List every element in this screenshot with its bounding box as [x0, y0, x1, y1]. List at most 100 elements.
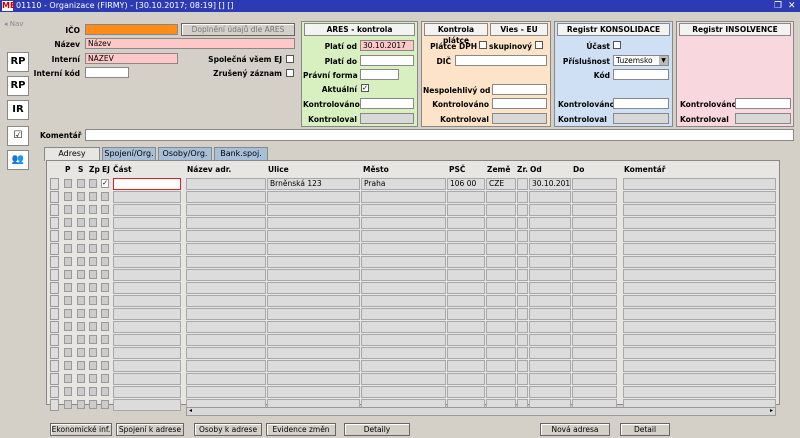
row-selector[interactable] [50, 178, 59, 190]
cell-do[interactable] [572, 386, 617, 398]
cell-ej-checkbox[interactable] [101, 283, 109, 292]
cell-ulice[interactable] [267, 230, 360, 242]
cell-komentar[interactable] [623, 178, 776, 190]
row-selector[interactable] [50, 204, 59, 216]
platce-kontrolovano-input[interactable] [492, 98, 547, 109]
row-selector[interactable] [50, 295, 59, 307]
cell-cast[interactable] [113, 334, 181, 346]
cell-cast[interactable] [113, 204, 181, 216]
cell-zr[interactable] [517, 256, 528, 268]
cell-p-checkbox[interactable] [64, 283, 72, 292]
nazev-input[interactable]: Název [85, 38, 295, 49]
cell-od[interactable] [529, 243, 571, 255]
cell-cast[interactable] [113, 386, 181, 398]
cell-komentar[interactable] [623, 269, 776, 281]
cell-s-checkbox[interactable] [77, 231, 85, 240]
cell-psc[interactable] [447, 347, 485, 359]
cell-mesto[interactable] [361, 308, 446, 320]
cell-psc[interactable] [447, 191, 485, 203]
cell-cast[interactable] [113, 308, 181, 320]
cell-ej-checkbox[interactable]: ✓ [101, 179, 109, 188]
cell-do[interactable] [572, 217, 617, 229]
cell-nazev-adr[interactable] [186, 347, 266, 359]
cell-zp-checkbox[interactable] [89, 374, 97, 383]
cell-zr[interactable] [517, 373, 528, 385]
cell-nazev-adr[interactable] [186, 360, 266, 372]
cell-do[interactable] [572, 334, 617, 346]
cell-komentar[interactable] [623, 243, 776, 255]
cell-ej-checkbox[interactable] [101, 400, 109, 409]
nespolehlivy-input[interactable] [492, 84, 547, 95]
cell-zeme[interactable] [486, 360, 516, 372]
cell-zr[interactable] [517, 295, 528, 307]
ares-aktualni-checkbox[interactable]: ✓ [361, 84, 369, 92]
cell-psc[interactable] [447, 204, 485, 216]
cell-zeme[interactable] [486, 230, 516, 242]
cell-od[interactable] [529, 334, 571, 346]
cell-zeme[interactable] [486, 269, 516, 281]
cell-mesto[interactable] [361, 191, 446, 203]
cell-zp-checkbox[interactable] [89, 192, 97, 201]
cell-zr[interactable] [517, 308, 528, 320]
cell-zp-checkbox[interactable] [89, 244, 97, 253]
cell-s-checkbox[interactable] [77, 387, 85, 396]
platce-dph-checkbox[interactable] [479, 41, 487, 49]
scroll-left-icon[interactable]: ◂ [186, 407, 195, 416]
cell-ulice[interactable] [267, 295, 360, 307]
cell-zeme[interactable] [486, 334, 516, 346]
people-icon[interactable]: 👥 [7, 150, 29, 170]
cell-zr[interactable] [517, 386, 528, 398]
cell-do[interactable] [572, 256, 617, 268]
cell-ulice[interactable] [267, 269, 360, 281]
cell-psc[interactable] [447, 295, 485, 307]
detail-button[interactable]: Detail [620, 423, 670, 436]
cell-zeme[interactable] [486, 256, 516, 268]
cell-s-checkbox[interactable] [77, 205, 85, 214]
nav-label[interactable]: ◂ Nav [4, 20, 23, 28]
cell-do[interactable] [572, 243, 617, 255]
cell-cast[interactable] [113, 360, 181, 372]
cell-p-checkbox[interactable] [64, 374, 72, 383]
cell-od[interactable] [529, 360, 571, 372]
cell-s-checkbox[interactable] [77, 309, 85, 318]
insolvence-kontrolovano-input[interactable] [735, 98, 791, 109]
cell-p-checkbox[interactable] [64, 322, 72, 331]
cell-mesto[interactable] [361, 347, 446, 359]
cell-p-checkbox[interactable] [64, 348, 72, 357]
cell-p-checkbox[interactable] [64, 218, 72, 227]
kod-input[interactable] [613, 69, 669, 80]
cell-mesto[interactable] [361, 386, 446, 398]
cell-mesto[interactable] [361, 295, 446, 307]
cell-zp-checkbox[interactable] [89, 348, 97, 357]
cell-p-checkbox[interactable] [64, 309, 72, 318]
row-selector[interactable] [50, 217, 59, 229]
cell-zp-checkbox[interactable] [89, 400, 97, 409]
cell-p-checkbox[interactable] [64, 361, 72, 370]
spolecna-checkbox[interactable] [286, 55, 294, 63]
cell-zeme[interactable] [486, 204, 516, 216]
zruseny-checkbox[interactable] [286, 69, 294, 77]
cell-do[interactable] [572, 269, 617, 281]
cell-psc[interactable] [447, 282, 485, 294]
new-address-button[interactable]: Nová adresa [540, 423, 610, 436]
row-selector[interactable] [50, 282, 59, 294]
cell-psc[interactable] [447, 256, 485, 268]
cell-ulice[interactable] [267, 321, 360, 333]
cell-ej-checkbox[interactable] [101, 231, 109, 240]
cell-nazev-adr[interactable] [186, 373, 266, 385]
cell-cast[interactable] [113, 321, 181, 333]
cell-ulice[interactable]: Brněnská 123 [267, 178, 360, 190]
cell-nazev-adr[interactable] [186, 204, 266, 216]
cell-ej-checkbox[interactable] [101, 309, 109, 318]
cell-zp-checkbox[interactable] [89, 309, 97, 318]
cell-psc[interactable] [447, 334, 485, 346]
cell-zr[interactable] [517, 269, 528, 281]
row-selector[interactable] [50, 243, 59, 255]
cell-ej-checkbox[interactable] [101, 244, 109, 253]
cell-do[interactable] [572, 373, 617, 385]
cell-zr[interactable] [517, 321, 528, 333]
row-selector[interactable] [50, 256, 59, 268]
cell-zr[interactable] [517, 204, 528, 216]
cell-p-checkbox[interactable] [64, 270, 72, 279]
cell-cast[interactable] [113, 399, 181, 411]
